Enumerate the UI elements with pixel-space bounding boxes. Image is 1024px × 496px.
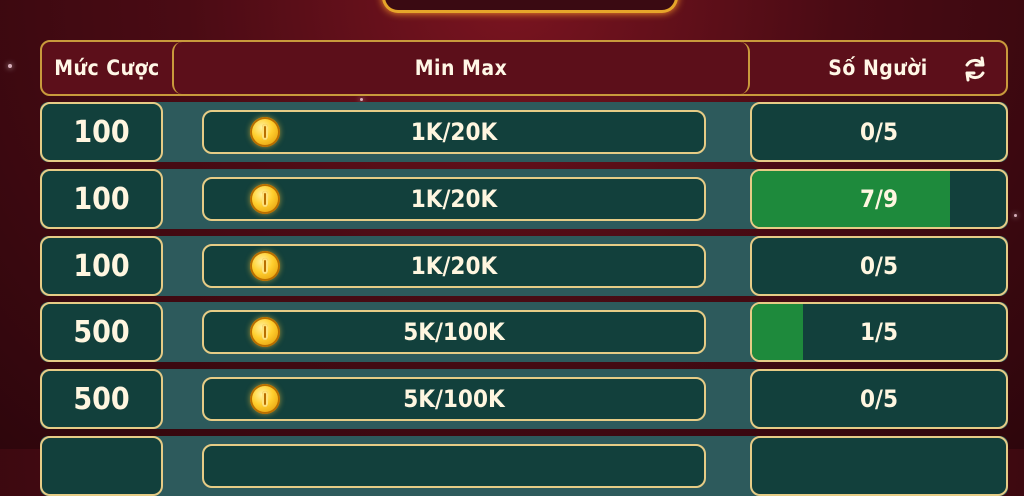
players-count: 0/5 [860,252,898,280]
players-cell: 7/9 [750,169,1008,229]
table-row[interactable]: 100 1K/20K 7/9 [40,169,1008,229]
header-players-label: Số Người [828,56,928,80]
players-cell: 0/5 [750,236,1008,296]
min-max-value: 5K/100K [403,318,505,346]
players-cell [750,436,1008,496]
min-max-value: 1K/20K [410,252,498,280]
table-row[interactable]: 100 1K/20K 0/5 [40,102,1008,162]
players-count: 0/5 [860,118,898,146]
header-bet-level: Mức Cược [54,56,160,80]
players-cell: 0/5 [750,369,1008,429]
min-max-cell: 1K/20K [202,177,706,221]
table-header: Mức Cược Min Max Số Người [40,40,1008,96]
top-frame-decoration [382,0,678,13]
coin-icon [250,117,280,147]
bet-level: 100 [40,102,163,162]
coin-icon [250,251,280,281]
players-count: 1/5 [860,318,898,346]
table-row-partial[interactable] [40,436,1008,496]
coin-icon [250,184,280,214]
table-row[interactable]: 500 5K/100K 1/5 [40,302,1008,362]
table-row[interactable]: 100 1K/20K 0/5 [40,236,1008,296]
min-max-cell [202,444,706,488]
min-max-cell: 5K/100K [202,310,706,354]
bet-level: 500 [40,302,163,362]
min-max-cell: 1K/20K [202,110,706,154]
coin-icon [250,384,280,414]
header-min-max: Min Max [172,42,750,94]
table-row[interactable]: 500 5K/100K 0/5 [40,369,1008,429]
bet-level: 100 [40,169,163,229]
players-count: 7/9 [860,185,898,213]
sparkle [8,64,12,68]
refresh-icon[interactable] [962,56,988,82]
bet-level: 500 [40,369,163,429]
players-cell: 0/5 [750,102,1008,162]
players-cell: 1/5 [750,302,1008,362]
min-max-cell: 1K/20K [202,244,706,288]
bet-level [40,436,163,496]
min-max-value: 1K/20K [410,185,498,213]
players-count: 0/5 [860,385,898,413]
coin-icon [250,317,280,347]
sparkle [1014,214,1017,217]
sparkle [360,98,363,101]
min-max-value: 5K/100K [403,385,505,413]
min-max-value: 1K/20K [410,118,498,146]
bet-level: 100 [40,236,163,296]
min-max-cell: 5K/100K [202,377,706,421]
